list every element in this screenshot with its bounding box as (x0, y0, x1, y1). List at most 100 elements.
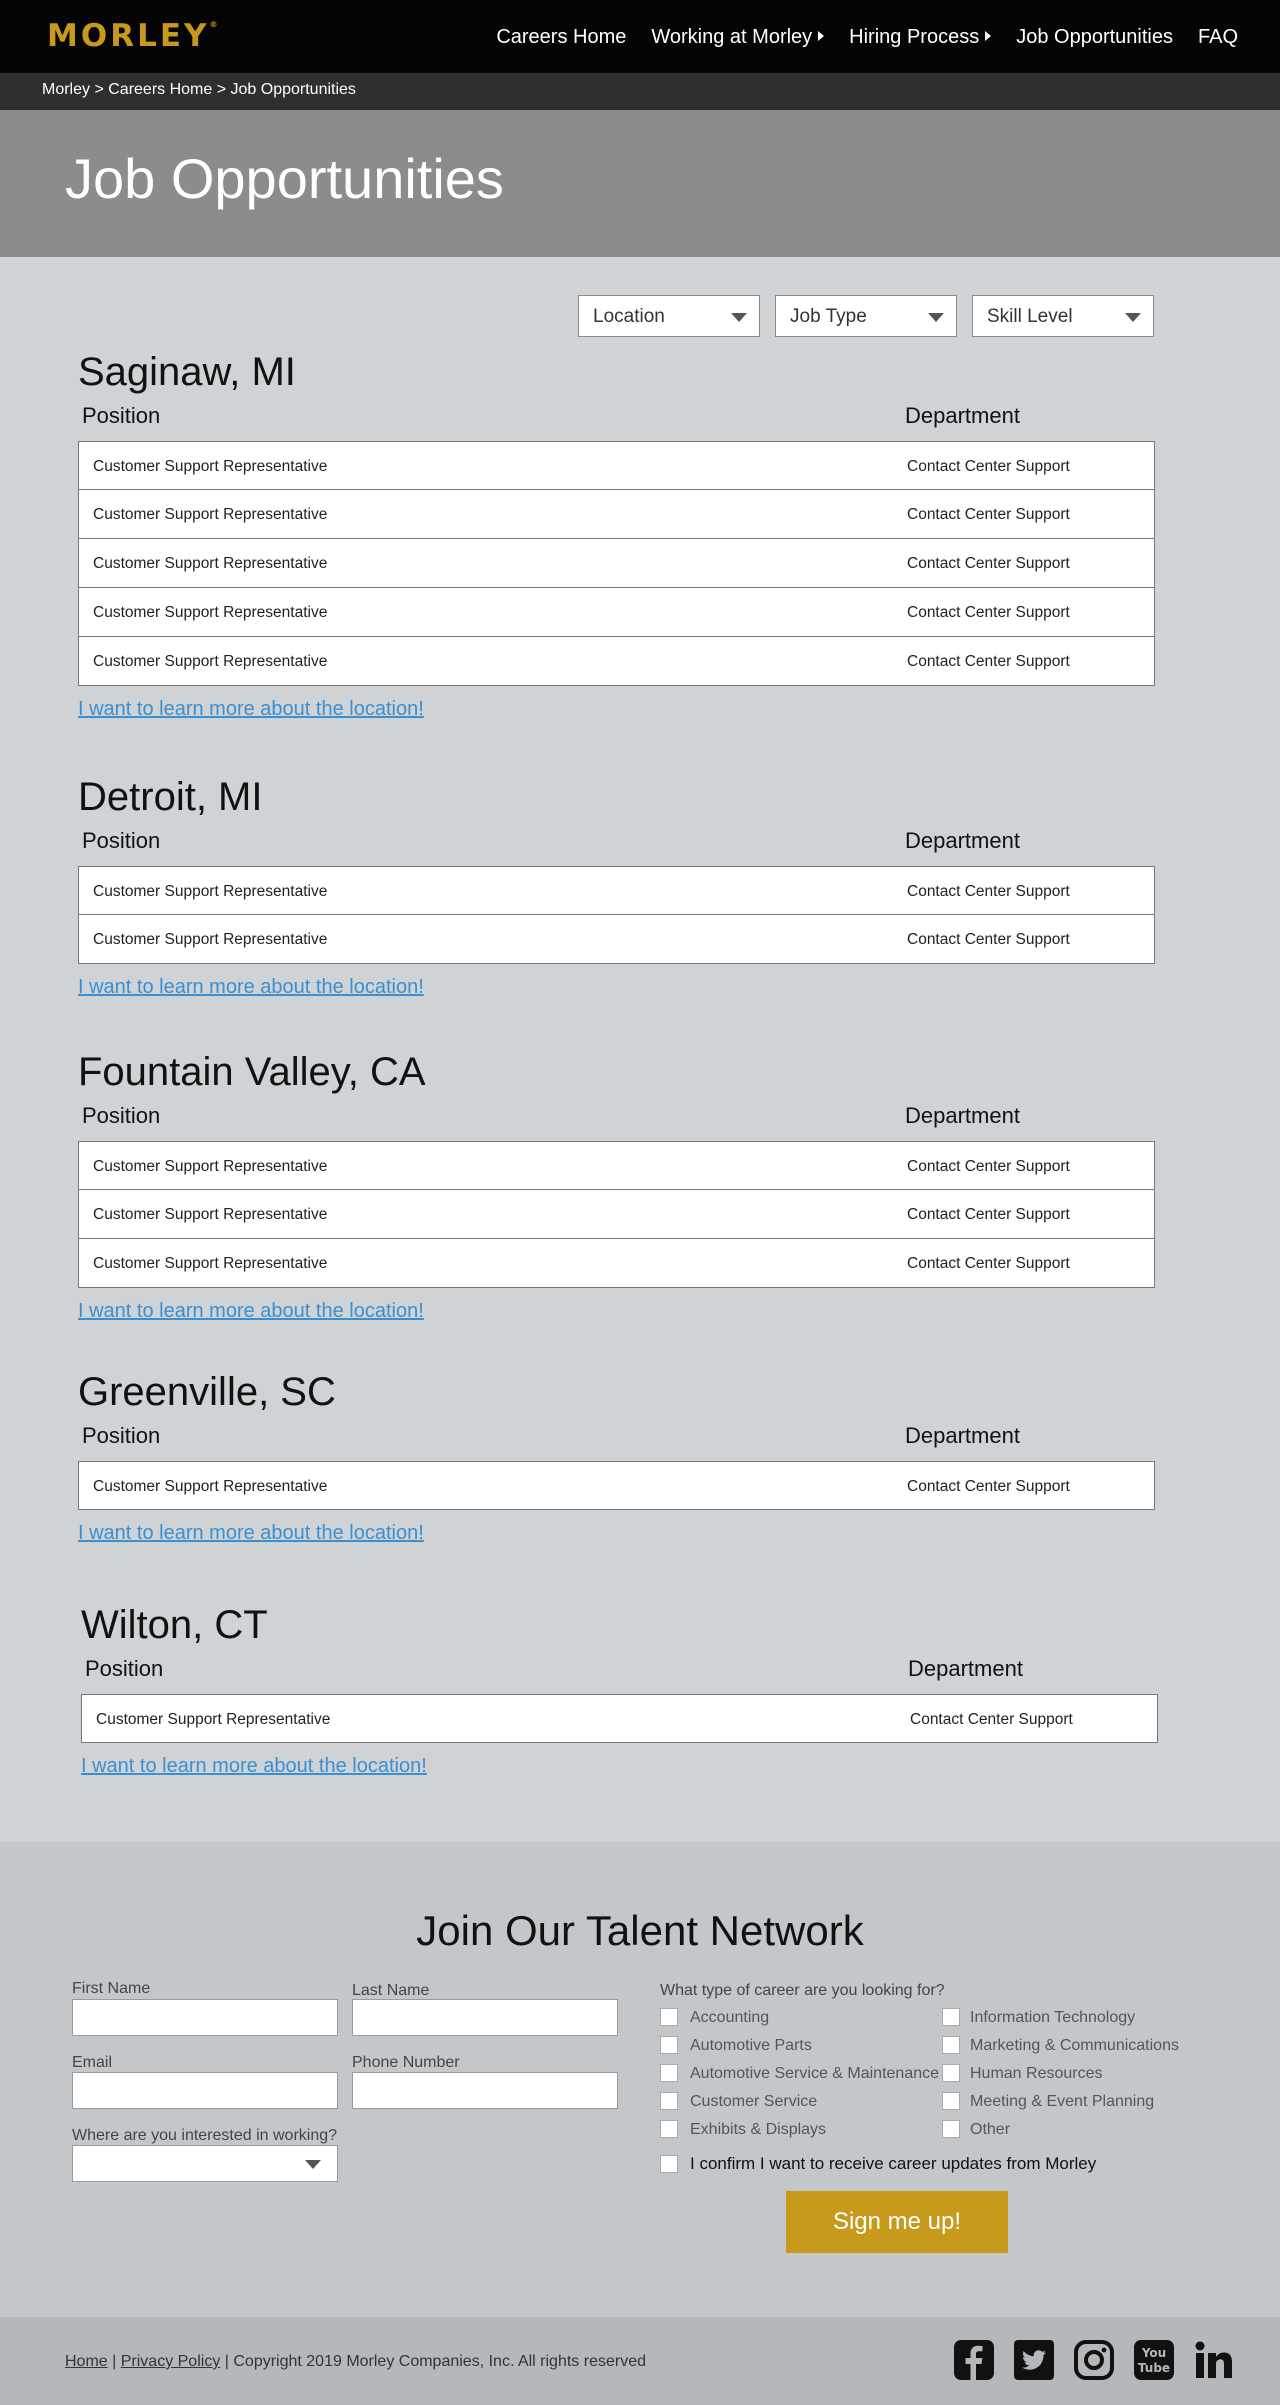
phone-field[interactable] (352, 2072, 618, 2109)
table-header: Position Department (81, 1656, 1158, 1686)
location-heading: Fountain Valley, CA (78, 1050, 426, 1094)
location-interest-select[interactable] (72, 2145, 338, 2182)
footer: Home | Privacy Policy | Copyright 2019 M… (0, 2317, 1280, 2405)
job-row[interactable]: Customer Support Representative Contact … (78, 588, 1155, 637)
location-heading: Greenville, SC (78, 1370, 336, 1414)
job-row[interactable]: Customer Support Representative Contact … (78, 539, 1155, 588)
nav-working-at-morley[interactable]: Working at Morley (651, 26, 825, 49)
instagram-icon[interactable] (1073, 2339, 1115, 2381)
job-department: Contact Center Support (910, 1711, 1073, 1728)
job-row[interactable]: Customer Support Representative Contact … (78, 866, 1155, 915)
learn-more-location-link[interactable]: I want to learn more about the location! (78, 1522, 424, 1545)
career-option-label: Automotive Parts (690, 2037, 812, 2054)
job-row[interactable]: Customer Support Representative Contact … (78, 637, 1155, 686)
filters: Location Job Type Skill Level (578, 295, 1154, 337)
career-option-label: Automotive Service & Maintenance (690, 2065, 940, 2082)
position-column-header: Position (82, 1423, 161, 1448)
department-column-header: Department (905, 1423, 1020, 1448)
nav-careers-home[interactable]: Careers Home (496, 26, 626, 49)
job-row[interactable]: Customer Support Representative Contact … (78, 915, 1155, 964)
breadcrumb-careers-home[interactable]: Careers Home (108, 81, 212, 98)
learn-more-location-link[interactable]: I want to learn more about the location! (78, 976, 424, 999)
career-checkbox[interactable] (942, 2064, 960, 2082)
job-row[interactable]: Customer Support Representative Contact … (78, 490, 1155, 539)
twitter-icon[interactable] (1013, 2339, 1055, 2381)
job-table: Customer Support Representative Contact … (78, 441, 1155, 686)
job-table: Customer Support Representative Contact … (81, 1694, 1158, 1743)
career-checkbox[interactable] (942, 2120, 960, 2138)
job-department: Contact Center Support (907, 931, 1070, 948)
last-name-field[interactable] (352, 1999, 618, 2036)
table-header: Position Department (78, 1423, 1155, 1453)
first-name-field[interactable] (72, 1999, 338, 2036)
morley-logo[interactable]: MORLEY® (47, 18, 217, 54)
email-field[interactable] (72, 2072, 338, 2109)
footer-home-link[interactable]: Home (65, 2353, 108, 2370)
first-name-label: First Name (72, 1980, 151, 1997)
job-position: Customer Support Representative (93, 458, 328, 475)
job-department: Contact Center Support (907, 1255, 1070, 1272)
copyright-text: Copyright 2019 Morley Companies, Inc. Al… (233, 2353, 646, 2370)
career-checkbox[interactable] (942, 2036, 960, 2054)
department-column-header: Department (905, 1103, 1020, 1128)
location-section: Detroit, MI Position Department Customer… (78, 775, 1155, 999)
job-position: Customer Support Representative (93, 506, 328, 523)
job-department: Contact Center Support (907, 1158, 1070, 1175)
job-row[interactable]: Customer Support Representative Contact … (78, 1190, 1155, 1239)
phone-label: Phone Number (352, 2054, 460, 2071)
career-checkbox[interactable] (942, 2008, 960, 2026)
breadcrumb-morley[interactable]: Morley (42, 81, 90, 98)
location-filter[interactable]: Location (578, 295, 760, 337)
confirm-updates-label: I confirm I want to receive career updat… (690, 2154, 1097, 2173)
learn-more-location-link[interactable]: I want to learn more about the location! (78, 698, 424, 721)
career-option-label: Information Technology (970, 2009, 1136, 2026)
breadcrumb: Morley > Careers Home > Job Opportunitie… (0, 73, 1280, 110)
job-table: Customer Support Representative Contact … (78, 1461, 1155, 1510)
linkedin-icon[interactable] (1193, 2339, 1235, 2381)
talent-network-form: Join Our Talent Network First Name Last … (0, 1842, 1280, 2317)
job-position: Customer Support Representative (93, 883, 328, 900)
job-department: Contact Center Support (907, 653, 1070, 670)
career-checkbox[interactable] (660, 2092, 678, 2110)
job-position: Customer Support Representative (96, 1711, 331, 1728)
career-option-label: Customer Service (690, 2093, 818, 2110)
nav-job-opportunities[interactable]: Job Opportunities (1016, 26, 1173, 49)
career-checkbox[interactable] (942, 2092, 960, 2110)
job-row[interactable]: Customer Support Representative Contact … (78, 1141, 1155, 1190)
privacy-policy-link[interactable]: Privacy Policy (121, 2353, 221, 2370)
career-checkbox[interactable] (660, 2120, 678, 2138)
confirm-updates-checkbox[interactable] (660, 2155, 678, 2173)
job-row[interactable]: Customer Support Representative Contact … (78, 441, 1155, 490)
caret-right-icon (818, 31, 825, 41)
career-checkbox[interactable] (660, 2064, 678, 2082)
career-checkbox[interactable] (660, 2036, 678, 2054)
facebook-icon[interactable] (953, 2339, 995, 2381)
svg-text:Tube: Tube (1138, 2361, 1170, 2375)
table-header: Position Department (78, 828, 1155, 858)
department-column-header: Department (908, 1656, 1023, 1681)
job-row[interactable]: Customer Support Representative Contact … (78, 1461, 1155, 1510)
breadcrumb-job-opportunities[interactable]: Job Opportunities (231, 81, 356, 98)
location-interest-label: Where are you interested in working? (72, 2127, 338, 2144)
job-row[interactable]: Customer Support Representative Contact … (78, 1239, 1155, 1288)
nav-faq[interactable]: FAQ (1198, 26, 1238, 49)
page-title: Job Opportunities (65, 147, 504, 210)
career-option-label: Human Resources (970, 2065, 1103, 2082)
learn-more-location-link[interactable]: I want to learn more about the location! (78, 1300, 424, 1323)
skill-level-filter[interactable]: Skill Level (972, 295, 1154, 337)
job-type-filter[interactable]: Job Type (775, 295, 957, 337)
sign-up-button[interactable]: Sign me up! (786, 2191, 1008, 2253)
job-position: Customer Support Representative (93, 1255, 328, 1272)
top-navigation-bar: MORLEY® Careers Home Working at Morley H… (0, 0, 1280, 73)
career-checkbox[interactable] (660, 2008, 678, 2026)
footer-links: Home | Privacy Policy | Copyright 2019 M… (65, 2353, 646, 2370)
job-department: Contact Center Support (907, 506, 1070, 523)
nav-hiring-process[interactable]: Hiring Process (849, 26, 992, 49)
learn-more-location-link[interactable]: I want to learn more about the location! (81, 1755, 427, 1778)
job-row[interactable]: Customer Support Representative Contact … (81, 1694, 1158, 1743)
career-option-label: Meeting & Event Planning (970, 2093, 1155, 2110)
job-position: Customer Support Representative (93, 1158, 328, 1175)
youtube-icon[interactable]: You Tube (1133, 2339, 1175, 2381)
department-column-header: Department (905, 403, 1020, 428)
job-listings: Location Job Type Skill Level Saginaw, M… (0, 257, 1280, 1842)
